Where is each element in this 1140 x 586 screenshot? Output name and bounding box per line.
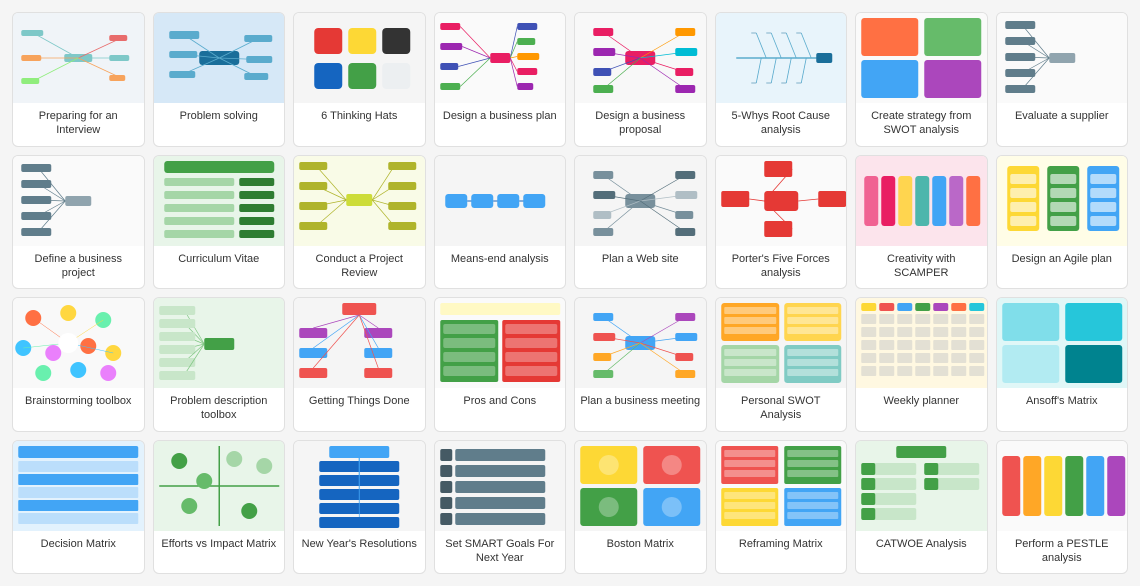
card-design-business-proposal[interactable]: Design a business proposal <box>574 12 707 147</box>
card-design-agile-plan[interactable]: Design an Agile plan <box>996 155 1129 290</box>
card-set-smart-goals[interactable]: Set SMART Goals For Next Year <box>434 440 567 575</box>
card-label-weekly-planner: Weekly planner <box>856 388 987 431</box>
card-thumb-design-business-proposal <box>575 13 706 103</box>
card-thumb-preparing-interview <box>13 13 144 103</box>
card-thumb-create-strategy-swot <box>856 13 987 103</box>
card-thumb-ansoffs-matrix <box>997 298 1128 388</box>
card-thumb-evaluate-supplier <box>997 13 1128 103</box>
card-design-business-plan[interactable]: Design a business plan <box>434 12 567 147</box>
card-label-design-business-plan: Design a business plan <box>435 103 566 146</box>
card-problem-solving[interactable]: Problem solving <box>153 12 286 147</box>
card-thumb-efforts-vs-impact <box>154 441 285 531</box>
card-thumb-weekly-planner <box>856 298 987 388</box>
card-label-brainstorming-toolbox: Brainstorming toolbox <box>13 388 144 431</box>
card-thumb-design-business-plan <box>435 13 566 103</box>
template-grid: Preparing for an InterviewProblem solvin… <box>12 12 1128 574</box>
card-create-strategy-swot[interactable]: Create strategy from SWOT analysis <box>855 12 988 147</box>
card-thumb-catwoe-analysis <box>856 441 987 531</box>
card-thumb-reframing-matrix <box>716 441 847 531</box>
card-thumb-set-smart-goals <box>435 441 566 531</box>
card-thumb-problem-description-toolbox <box>154 298 285 388</box>
card-thumb-pestle-analysis <box>997 441 1128 531</box>
card-thumb-porter-five-forces <box>716 156 847 246</box>
card-new-years-resolutions[interactable]: New Year's Resolutions <box>293 440 426 575</box>
card-label-pros-and-cons: Pros and Cons <box>435 388 566 431</box>
card-thumb-decision-matrix <box>13 441 144 531</box>
card-label-curriculum-vitae: Curriculum Vitae <box>154 246 285 289</box>
card-plan-web-site[interactable]: Plan a Web site <box>574 155 707 290</box>
card-catwoe-analysis[interactable]: CATWOE Analysis <box>855 440 988 575</box>
card-thumb-5-whys <box>716 13 847 103</box>
card-label-plan-business-meeting: Plan a business meeting <box>575 388 706 431</box>
card-problem-description-toolbox[interactable]: Problem description toolbox <box>153 297 286 432</box>
card-label-getting-things-done: Getting Things Done <box>294 388 425 431</box>
card-label-5-whys: 5-Whys Root Cause analysis <box>716 103 847 146</box>
card-label-6-thinking-hats: 6 Thinking Hats <box>294 103 425 146</box>
card-preparing-interview[interactable]: Preparing for an Interview <box>12 12 145 147</box>
card-thumb-curriculum-vitae <box>154 156 285 246</box>
card-thumb-design-agile-plan <box>997 156 1128 246</box>
card-plan-business-meeting[interactable]: Plan a business meeting <box>574 297 707 432</box>
card-label-define-business-project: Define a business project <box>13 246 144 289</box>
card-ansoffs-matrix[interactable]: Ansoff's Matrix <box>996 297 1129 432</box>
card-thumb-6-thinking-hats <box>294 13 425 103</box>
card-label-problem-description-toolbox: Problem description toolbox <box>154 388 285 431</box>
card-pros-and-cons[interactable]: Pros and Cons <box>434 297 567 432</box>
card-thumb-creativity-scamper <box>856 156 987 246</box>
card-label-means-end-analysis: Means-end analysis <box>435 246 566 289</box>
card-thumb-plan-business-meeting <box>575 298 706 388</box>
card-curriculum-vitae[interactable]: Curriculum Vitae <box>153 155 286 290</box>
card-weekly-planner[interactable]: Weekly planner <box>855 297 988 432</box>
card-label-preparing-interview: Preparing for an Interview <box>13 103 144 146</box>
card-label-plan-web-site: Plan a Web site <box>575 246 706 289</box>
card-label-create-strategy-swot: Create strategy from SWOT analysis <box>856 103 987 146</box>
card-creativity-scamper[interactable]: Creativity with SCAMPER <box>855 155 988 290</box>
card-thumb-boston-matrix <box>575 441 706 531</box>
card-5-whys[interactable]: 5-Whys Root Cause analysis <box>715 12 848 147</box>
card-conduct-project-review[interactable]: Conduct a Project Review <box>293 155 426 290</box>
card-decision-matrix[interactable]: Decision Matrix <box>12 440 145 575</box>
card-label-creativity-scamper: Creativity with SCAMPER <box>856 246 987 289</box>
card-thumb-pros-and-cons <box>435 298 566 388</box>
card-label-conduct-project-review: Conduct a Project Review <box>294 246 425 289</box>
card-define-business-project[interactable]: Define a business project <box>12 155 145 290</box>
card-thumb-define-business-project <box>13 156 144 246</box>
card-6-thinking-hats[interactable]: 6 Thinking Hats <box>293 12 426 147</box>
card-thumb-personal-swot <box>716 298 847 388</box>
card-brainstorming-toolbox[interactable]: Brainstorming toolbox <box>12 297 145 432</box>
card-pestle-analysis[interactable]: Perform a PESTLE analysis <box>996 440 1129 575</box>
card-label-design-business-proposal: Design a business proposal <box>575 103 706 146</box>
card-boston-matrix[interactable]: Boston Matrix <box>574 440 707 575</box>
card-label-problem-solving: Problem solving <box>154 103 285 146</box>
card-thumb-new-years-resolutions <box>294 441 425 531</box>
card-thumb-problem-solving <box>154 13 285 103</box>
card-personal-swot[interactable]: Personal SWOT Analysis <box>715 297 848 432</box>
card-thumb-getting-things-done <box>294 298 425 388</box>
card-getting-things-done[interactable]: Getting Things Done <box>293 297 426 432</box>
card-label-ansoffs-matrix: Ansoff's Matrix <box>997 388 1128 431</box>
card-thumb-plan-web-site <box>575 156 706 246</box>
card-reframing-matrix[interactable]: Reframing Matrix <box>715 440 848 575</box>
card-thumb-conduct-project-review <box>294 156 425 246</box>
card-label-porter-five-forces: Porter's Five Forces analysis <box>716 246 847 289</box>
card-porter-five-forces[interactable]: Porter's Five Forces analysis <box>715 155 848 290</box>
card-label-personal-swot: Personal SWOT Analysis <box>716 388 847 431</box>
card-means-end-analysis[interactable]: Means-end analysis <box>434 155 567 290</box>
card-thumb-means-end-analysis <box>435 156 566 246</box>
card-evaluate-supplier[interactable]: Evaluate a supplier <box>996 12 1129 147</box>
card-label-evaluate-supplier: Evaluate a supplier <box>997 103 1128 146</box>
card-label-design-agile-plan: Design an Agile plan <box>997 246 1128 289</box>
card-thumb-brainstorming-toolbox <box>13 298 144 388</box>
card-efforts-vs-impact[interactable]: Efforts vs Impact Matrix <box>153 440 286 575</box>
